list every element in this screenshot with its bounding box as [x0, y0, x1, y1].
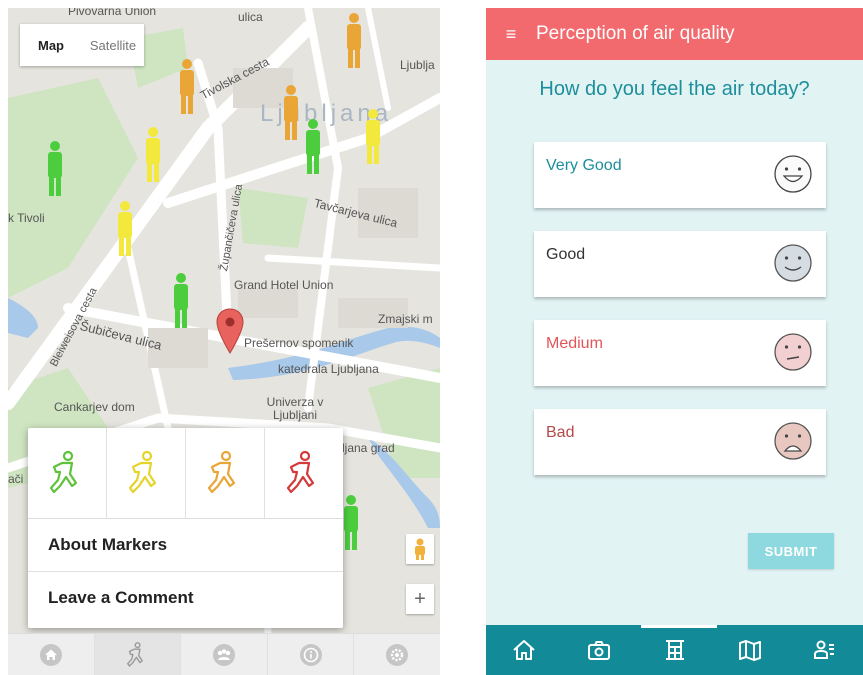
map-type-map[interactable]: Map: [20, 38, 82, 53]
orange-person-marker[interactable]: [344, 12, 364, 70]
home-icon: [39, 644, 62, 666]
settings-icon: [386, 644, 409, 666]
zoom-in-button[interactable]: +: [406, 584, 434, 614]
option-very-good[interactable]: Very Good: [534, 142, 826, 208]
about-markers-item[interactable]: About Markers: [28, 519, 343, 572]
yellow-person-marker[interactable]: [114, 200, 136, 258]
walker-icon: [207, 450, 236, 494]
option-label: Very Good: [546, 157, 622, 174]
map-label-cankarjev: Cankarjev dom: [54, 400, 135, 414]
page-title: Perception of air quality: [536, 23, 735, 44]
map-label-ulica: ulica: [238, 10, 263, 24]
air-quality-screen: ≡ Perception of air quality How do you f…: [486, 8, 863, 675]
option-label: Medium: [546, 335, 603, 352]
walker-icon: [127, 642, 144, 667]
option-label: Bad: [546, 424, 575, 441]
info-icon: [299, 644, 322, 666]
location-pin-icon[interactable]: [216, 308, 244, 354]
bottom-navigation: [486, 625, 863, 675]
camera-icon: [588, 641, 611, 660]
option-bad[interactable]: Bad: [534, 409, 826, 475]
nav-camera[interactable]: [561, 625, 636, 675]
smiling-face-icon: [774, 244, 812, 282]
map-screen: Pivovarna Union ulica Tivolska cesta Lju…: [8, 8, 440, 675]
building-icon: [665, 640, 684, 660]
map-label-aci: ači: [8, 472, 24, 486]
nav-home[interactable]: [486, 625, 561, 675]
very-happy-face-icon: [774, 155, 812, 193]
nav-home[interactable]: [8, 634, 95, 675]
map-label-zmajski: Zmajski m: [378, 312, 433, 326]
green-person-marker[interactable]: [340, 494, 362, 552]
map-label-ljublja: Ljublja: [400, 58, 435, 72]
nav-building[interactable]: [637, 625, 712, 675]
leave-comment-item[interactable]: Leave a Comment: [28, 572, 343, 624]
walker-icon: [49, 450, 78, 494]
yellow-person-marker[interactable]: [142, 126, 164, 184]
group-icon: [212, 644, 235, 666]
marker-popup-menu: About Markers Leave a Comment: [28, 428, 343, 628]
walker-icon: [128, 450, 157, 494]
map-type-toggle[interactable]: Map Satellite: [20, 24, 144, 66]
green-walker-choice[interactable]: [28, 428, 107, 518]
green-person-marker[interactable]: [44, 140, 66, 198]
orange-person-marker[interactable]: [280, 84, 302, 142]
map-label-presernov: Prešernov spomenik: [244, 336, 354, 350]
orange-walker-choice[interactable]: [186, 428, 265, 518]
yellow-person-marker[interactable]: [362, 108, 384, 166]
menu-icon[interactable]: ≡: [486, 24, 536, 45]
map-type-satellite[interactable]: Satellite: [82, 38, 144, 53]
nav-markers[interactable]: [94, 634, 182, 675]
nav-people[interactable]: [788, 625, 863, 675]
sad-face-icon: [774, 422, 812, 460]
green-person-marker[interactable]: [302, 118, 324, 176]
home-icon: [513, 640, 535, 660]
orange-person-marker[interactable]: [176, 58, 198, 116]
map-icon: [738, 640, 761, 661]
people-icon: [814, 640, 835, 659]
app-header: ≡ Perception of air quality: [486, 8, 863, 60]
option-medium[interactable]: Medium: [534, 320, 826, 386]
option-good[interactable]: Good: [534, 231, 826, 297]
bottom-navigation: [8, 633, 440, 675]
map-label-grad: ljana grad: [342, 441, 395, 455]
map-label-pivovarna: Pivovarna Union: [68, 8, 157, 18]
map-label-katedrala: katedrala Ljubljana: [278, 362, 379, 376]
marker-choice-row: [28, 428, 343, 519]
submit-button[interactable]: SUBMIT: [748, 533, 834, 569]
map-label-grand-hotel: Grand Hotel Union: [234, 278, 334, 292]
red-walker-choice[interactable]: [265, 428, 343, 518]
walker-icon: [286, 450, 315, 494]
green-person-marker[interactable]: [170, 272, 192, 330]
active-tab-indicator: [641, 625, 717, 628]
nav-community[interactable]: [181, 634, 268, 675]
map-label-univerza: Univerza v Ljubljani: [266, 395, 324, 422]
neutral-face-icon: [774, 333, 812, 371]
nav-map[interactable]: [712, 625, 787, 675]
map-label-tivoli: k Tivoli: [8, 211, 45, 225]
question-text: How do you feel the air today?: [539, 78, 810, 100]
nav-settings[interactable]: [354, 634, 440, 675]
street-view-pegman-icon[interactable]: [406, 534, 434, 564]
nav-info[interactable]: [268, 634, 355, 675]
yellow-walker-choice[interactable]: [107, 428, 186, 518]
option-label: Good: [546, 246, 586, 263]
